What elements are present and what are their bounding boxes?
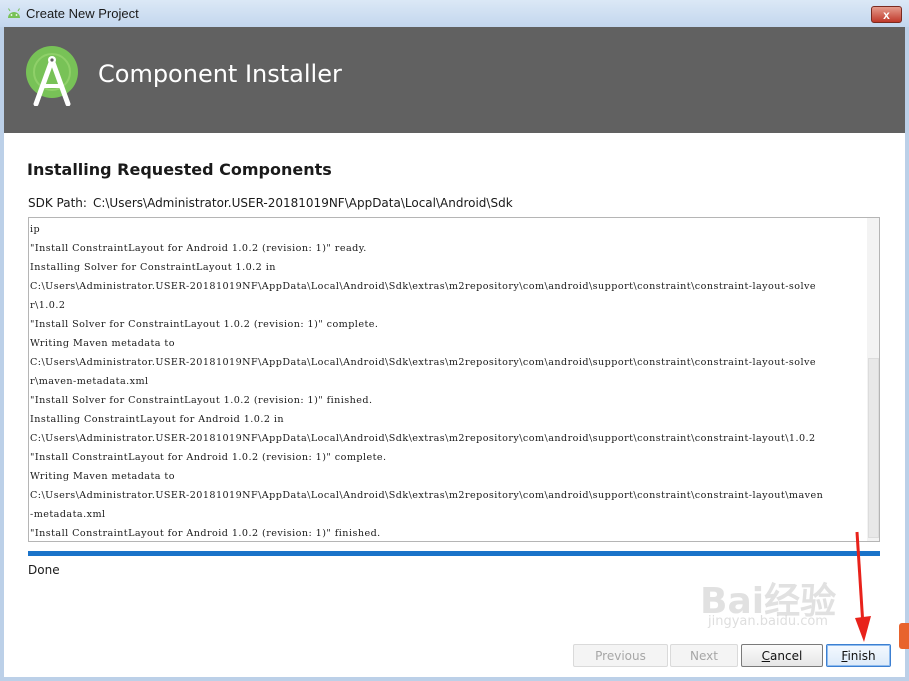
log-line: -metadata.xml: [30, 509, 106, 520]
log-lines: ip "Install ConstraintLayout for Android …: [29, 220, 867, 541]
log-line: C:\Users\Administrator.USER-20181019NF\A…: [30, 490, 824, 501]
corner-logo-icon: [899, 623, 909, 649]
android-studio-logo-icon: [26, 46, 78, 106]
sdk-path-row: SDK Path: C:\Users\Administrator.USER-201…: [28, 196, 513, 210]
sdk-path-label: SDK Path:: [28, 196, 87, 210]
watermark-url: jingyan.baidu.com: [708, 614, 828, 629]
android-icon: [8, 8, 20, 18]
next-button[interactable]: Next: [670, 644, 738, 667]
log-line: ip: [30, 224, 41, 235]
progress-bar: [28, 551, 880, 556]
log-line: "Install ConstraintLayout for Android 1.…: [30, 243, 367, 254]
window-title: Create New Project: [26, 6, 139, 21]
close-icon: x: [883, 7, 890, 22]
install-log[interactable]: ip "Install ConstraintLayout for Android …: [28, 217, 880, 542]
log-line: Installing ConstraintLayout for Android …: [30, 414, 285, 425]
cancel-button[interactable]: Cancel: [741, 644, 823, 667]
log-line: Writing Maven metadata to: [30, 338, 175, 349]
section-heading: Installing Requested Components: [27, 160, 332, 179]
status-text: Done: [28, 563, 60, 577]
log-line: "Install ConstraintLayout for Android 1.…: [30, 452, 387, 463]
finish-button[interactable]: Finish: [826, 644, 891, 667]
log-line: C:\Users\Administrator.USER-20181019NF\A…: [30, 357, 817, 368]
title-bar[interactable]: Create New Project x: [0, 0, 909, 27]
log-line: C:\Users\Administrator.USER-20181019NF\A…: [30, 433, 816, 444]
log-line: Writing Maven metadata to: [30, 471, 175, 482]
previous-button[interactable]: Previous: [573, 644, 668, 667]
log-line: r\maven-metadata.xml: [30, 376, 149, 387]
header-banner: Component Installer: [4, 27, 905, 133]
log-line: r\1.0.2: [30, 300, 66, 311]
log-scrollbar-thumb[interactable]: [868, 358, 879, 538]
close-button[interactable]: x: [871, 6, 902, 23]
log-line: "Install Solver for ConstraintLayout 1.0…: [30, 395, 373, 406]
log-line: "Install ConstraintLayout for Android 1.…: [30, 528, 381, 539]
log-line: "Install Solver for ConstraintLayout 1.0…: [30, 319, 379, 330]
log-line: Installing Solver for ConstraintLayout 1…: [30, 262, 276, 273]
sdk-path-value: C:\Users\Administrator.USER-20181019NF\A…: [92, 196, 513, 210]
log-line: C:\Users\Administrator.USER-20181019NF\A…: [30, 281, 817, 292]
banner-title: Component Installer: [98, 60, 342, 88]
log-scrollbar[interactable]: [867, 218, 879, 541]
